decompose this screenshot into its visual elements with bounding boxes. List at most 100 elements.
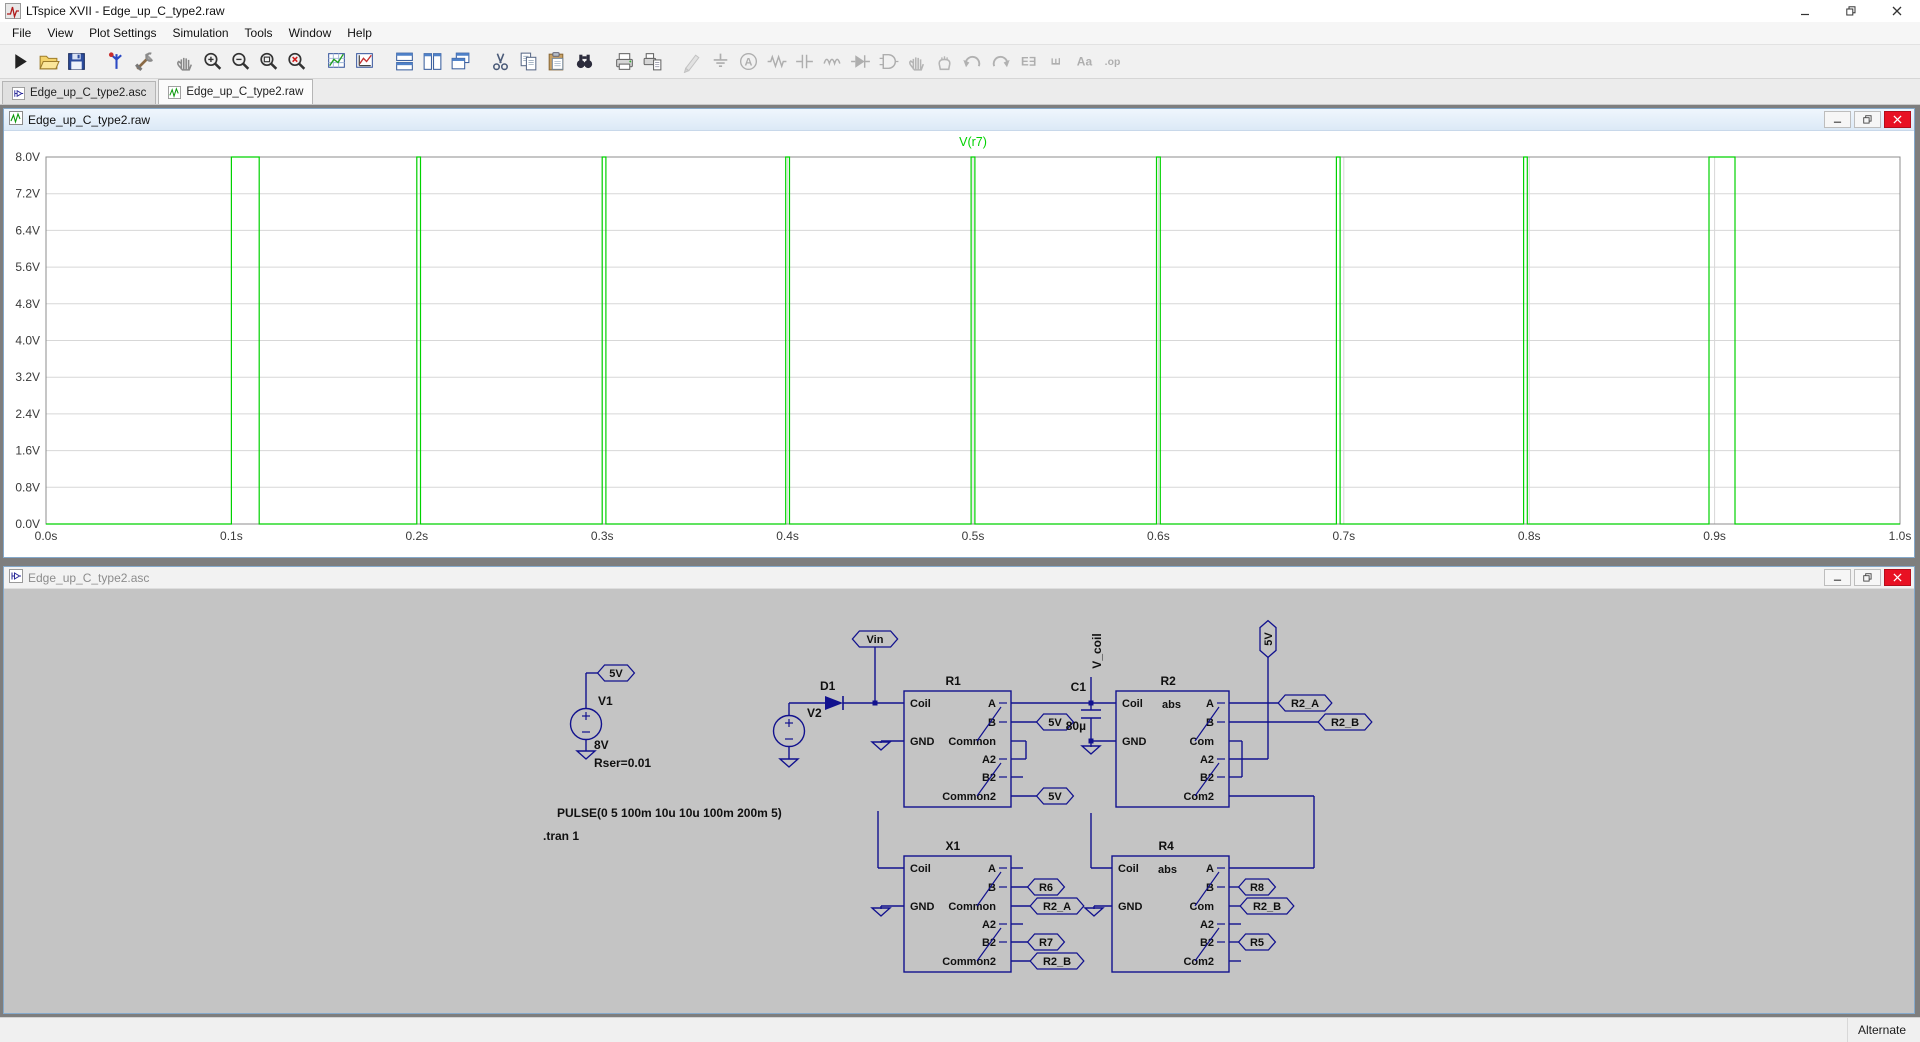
svg-text:0.3s: 0.3s [591, 529, 614, 543]
svg-text:PULSE(0 5 100m 10u 10u 100m 20: PULSE(0 5 100m 10u 10u 100m 200m 5) [557, 806, 782, 820]
drag-icon [930, 48, 958, 76]
svg-text:R7: R7 [1039, 937, 1053, 949]
menu-plot-settings[interactable]: Plot Settings [81, 24, 164, 42]
svg-text:8V: 8V [594, 738, 609, 752]
run-icon[interactable] [6, 48, 34, 76]
svg-text:R5: R5 [1250, 937, 1264, 949]
schematic-doc-icon [12, 86, 25, 100]
tile-horizontal-icon[interactable] [418, 48, 446, 76]
svg-text:4.0V: 4.0V [15, 334, 40, 348]
ltspice-app-icon [5, 3, 21, 19]
svg-text:5V: 5V [1263, 632, 1275, 646]
zoom-fit-icon[interactable] [254, 48, 282, 76]
svg-text:GND: GND [1122, 736, 1147, 748]
svg-text:Coil: Coil [910, 863, 931, 875]
svg-text:R6: R6 [1039, 882, 1053, 894]
zoom-in-icon[interactable] [198, 48, 226, 76]
svg-text:A: A [1206, 698, 1214, 710]
ground-icon [706, 48, 734, 76]
minimize-button[interactable] [1782, 0, 1828, 22]
menu-file[interactable]: File [4, 24, 39, 42]
svg-text:7.2V: 7.2V [15, 187, 40, 201]
tabbar: Edge_up_C_type2.asc Edge_up_C_type2.raw [0, 79, 1920, 105]
menu-view[interactable]: View [39, 24, 81, 42]
label-icon: A [734, 48, 762, 76]
waveform-plot-area[interactable]: 0.0s 0.1s 0.2s 0.3s 0.4s 0.5s 0.6s 0.7s 0.8s 0.9s… [4, 131, 1914, 557]
find-icon[interactable] [570, 48, 598, 76]
svg-text:A: A [988, 863, 996, 875]
sch-close-button[interactable] [1884, 569, 1911, 586]
svg-text:1.0s: 1.0s [1889, 529, 1912, 543]
menu-window[interactable]: Window [281, 24, 340, 42]
cascade-icon[interactable] [446, 48, 474, 76]
svg-text:E∃: E∃ [1021, 57, 1037, 69]
zoom-extents-icon[interactable] [282, 48, 310, 76]
svg-text:V(r7): V(r7) [959, 135, 987, 149]
wave-minimize-button[interactable] [1824, 111, 1851, 128]
redo-icon [986, 48, 1014, 76]
svg-text:R2_B: R2_B [1331, 717, 1359, 729]
svg-text:80µ: 80µ [1066, 719, 1086, 733]
restore-button[interactable] [1828, 0, 1874, 22]
schematic-canvas[interactable]: R1 Coil GND A B Common A2 B2 Common2 R2 abs Coil GND… [4, 589, 1914, 1013]
zoom-out-icon[interactable] [226, 48, 254, 76]
svg-text:Coil: Coil [910, 698, 931, 710]
schematic-window-titlebar[interactable]: Edge_up_C_type2.asc [4, 567, 1914, 589]
svg-text:B2: B2 [982, 937, 996, 949]
svg-text:0.8V: 0.8V [15, 480, 40, 494]
wave-close-button[interactable] [1884, 111, 1911, 128]
pan-icon[interactable] [170, 48, 198, 76]
tab-edge_up_c_type2.raw[interactable]: Edge_up_C_type2.raw [158, 79, 314, 104]
save-icon[interactable] [62, 48, 90, 76]
svg-text:0.2s: 0.2s [405, 529, 428, 543]
wave-restore-button[interactable] [1854, 111, 1881, 128]
control-panel-icon[interactable] [130, 48, 158, 76]
wire-icon [678, 48, 706, 76]
print-preview-icon[interactable] [638, 48, 666, 76]
inductor-icon [818, 48, 846, 76]
menubar: File View Plot Settings Simulation Tools Wind… [0, 22, 1920, 45]
sch-minimize-button[interactable] [1824, 569, 1851, 586]
svg-text:A2: A2 [982, 919, 996, 931]
svg-text:V_coil: V_coil [1090, 633, 1104, 668]
svg-text:C1: C1 [1071, 680, 1087, 694]
svg-text:0.1s: 0.1s [220, 529, 243, 543]
svg-text:R2: R2 [1161, 674, 1177, 688]
waveform-window-titlebar[interactable]: Edge_up_C_type2.raw [4, 109, 1914, 131]
close-button[interactable] [1874, 0, 1920, 22]
menu-tools[interactable]: Tools [237, 24, 281, 42]
svg-text:R2_A: R2_A [1291, 698, 1319, 710]
open-icon[interactable] [34, 48, 62, 76]
svg-text:A2: A2 [1200, 919, 1214, 931]
svg-text:1.6V: 1.6V [15, 444, 40, 458]
autorange-icon[interactable] [322, 48, 350, 76]
svg-text:V1: V1 [598, 694, 613, 708]
plot-settings-icon[interactable] [350, 48, 378, 76]
paste-icon[interactable] [542, 48, 570, 76]
window-title: LTspice XVII - Edge_up_C_type2.raw [26, 4, 225, 18]
tile-vertical-icon[interactable] [390, 48, 418, 76]
svg-text:Com2: Com2 [1183, 956, 1214, 968]
schematic-window-title: Edge_up_C_type2.asc [28, 570, 150, 585]
menu-simulation[interactable]: Simulation [165, 24, 237, 42]
text-icon: Aa [1070, 48, 1098, 76]
print-icon[interactable] [610, 48, 638, 76]
cut-icon[interactable] [486, 48, 514, 76]
svg-text:Vin: Vin [867, 634, 884, 646]
svg-text:0.0s: 0.0s [35, 529, 58, 543]
menu-help[interactable]: Help [339, 24, 380, 42]
halt-icon[interactable] [102, 48, 130, 76]
svg-text:6.4V: 6.4V [15, 223, 40, 237]
tab-edge_up_c_type2.asc[interactable]: Edge_up_C_type2.asc [2, 81, 157, 104]
svg-text:5.6V: 5.6V [15, 260, 40, 274]
undo-icon [958, 48, 986, 76]
svg-text:abs: abs [1162, 699, 1181, 711]
svg-text:3.2V: 3.2V [15, 370, 40, 384]
svg-text:Common2: Common2 [942, 791, 996, 803]
component-icon [874, 48, 902, 76]
copy-icon[interactable] [514, 48, 542, 76]
svg-text:Com2: Com2 [1183, 791, 1214, 803]
svg-text:R8: R8 [1250, 882, 1264, 894]
svg-text:0.5s: 0.5s [962, 529, 985, 543]
sch-restore-button[interactable] [1854, 569, 1881, 586]
